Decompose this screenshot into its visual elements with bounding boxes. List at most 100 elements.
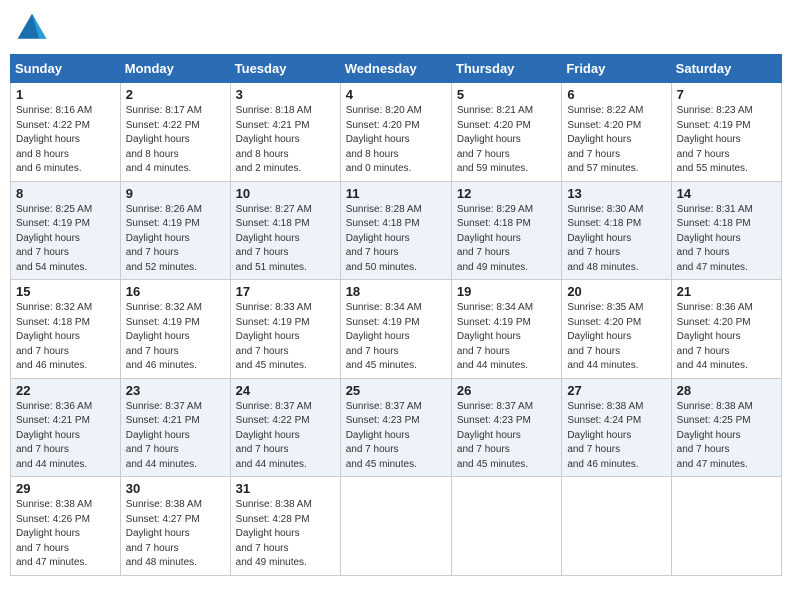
- day-number: 24: [236, 383, 335, 398]
- col-header-sunday: Sunday: [11, 55, 121, 83]
- col-header-friday: Friday: [562, 55, 671, 83]
- calendar-cell: 14 Sunrise: 8:31 AMSunset: 4:18 PMDaylig…: [671, 181, 781, 280]
- calendar-cell: 5 Sunrise: 8:21 AMSunset: 4:20 PMDayligh…: [451, 83, 561, 182]
- col-header-wednesday: Wednesday: [340, 55, 451, 83]
- calendar-cell: 25 Sunrise: 8:37 AMSunset: 4:23 PMDaylig…: [340, 378, 451, 477]
- calendar-cell: [451, 477, 561, 576]
- calendar-cell: 15 Sunrise: 8:32 AMSunset: 4:18 PMDaylig…: [11, 280, 121, 379]
- calendar-cell: [562, 477, 671, 576]
- day-number: 31: [236, 481, 335, 496]
- calendar-cell: 7 Sunrise: 8:23 AMSunset: 4:19 PMDayligh…: [671, 83, 781, 182]
- day-number: 5: [457, 87, 556, 102]
- day-detail: Sunrise: 8:37 AMSunset: 4:23 PMDaylight …: [457, 400, 556, 473]
- day-number: 29: [16, 481, 115, 496]
- day-number: 25: [346, 383, 446, 398]
- day-number: 27: [567, 383, 665, 398]
- calendar-cell: 9 Sunrise: 8:26 AMSunset: 4:19 PMDayligh…: [120, 181, 230, 280]
- calendar-cell: 1 Sunrise: 8:16 AMSunset: 4:22 PMDayligh…: [11, 83, 121, 182]
- day-number: 9: [126, 186, 225, 201]
- page-header: [10, 10, 782, 46]
- day-number: 13: [567, 186, 665, 201]
- day-number: 2: [126, 87, 225, 102]
- day-detail: Sunrise: 8:33 AMSunset: 4:19 PMDaylight …: [236, 301, 335, 374]
- calendar-cell: 21 Sunrise: 8:36 AMSunset: 4:20 PMDaylig…: [671, 280, 781, 379]
- calendar-cell: 17 Sunrise: 8:33 AMSunset: 4:19 PMDaylig…: [230, 280, 340, 379]
- calendar-cell: 31 Sunrise: 8:38 AMSunset: 4:28 PMDaylig…: [230, 477, 340, 576]
- day-detail: Sunrise: 8:16 AMSunset: 4:22 PMDaylight …: [16, 104, 115, 177]
- day-number: 17: [236, 284, 335, 299]
- day-detail: Sunrise: 8:32 AMSunset: 4:19 PMDaylight …: [126, 301, 225, 374]
- day-detail: Sunrise: 8:25 AMSunset: 4:19 PMDaylight …: [16, 203, 115, 276]
- logo-icon: [14, 10, 50, 46]
- week-row-1: 1 Sunrise: 8:16 AMSunset: 4:22 PMDayligh…: [11, 83, 782, 182]
- calendar-cell: 23 Sunrise: 8:37 AMSunset: 4:21 PMDaylig…: [120, 378, 230, 477]
- day-number: 16: [126, 284, 225, 299]
- calendar-cell: 30 Sunrise: 8:38 AMSunset: 4:27 PMDaylig…: [120, 477, 230, 576]
- day-detail: Sunrise: 8:28 AMSunset: 4:18 PMDaylight …: [346, 203, 446, 276]
- calendar-cell: 29 Sunrise: 8:38 AMSunset: 4:26 PMDaylig…: [11, 477, 121, 576]
- day-detail: Sunrise: 8:37 AMSunset: 4:22 PMDaylight …: [236, 400, 335, 473]
- calendar-cell: 4 Sunrise: 8:20 AMSunset: 4:20 PMDayligh…: [340, 83, 451, 182]
- day-detail: Sunrise: 8:34 AMSunset: 4:19 PMDaylight …: [457, 301, 556, 374]
- week-row-3: 15 Sunrise: 8:32 AMSunset: 4:18 PMDaylig…: [11, 280, 782, 379]
- day-detail: Sunrise: 8:26 AMSunset: 4:19 PMDaylight …: [126, 203, 225, 276]
- day-number: 20: [567, 284, 665, 299]
- day-number: 4: [346, 87, 446, 102]
- day-number: 19: [457, 284, 556, 299]
- day-number: 23: [126, 383, 225, 398]
- day-detail: Sunrise: 8:36 AMSunset: 4:21 PMDaylight …: [16, 400, 115, 473]
- col-header-tuesday: Tuesday: [230, 55, 340, 83]
- calendar-cell: 16 Sunrise: 8:32 AMSunset: 4:19 PMDaylig…: [120, 280, 230, 379]
- day-detail: Sunrise: 8:37 AMSunset: 4:21 PMDaylight …: [126, 400, 225, 473]
- logo: [14, 10, 54, 46]
- day-number: 14: [677, 186, 776, 201]
- calendar-cell: 24 Sunrise: 8:37 AMSunset: 4:22 PMDaylig…: [230, 378, 340, 477]
- day-number: 6: [567, 87, 665, 102]
- day-detail: Sunrise: 8:21 AMSunset: 4:20 PMDaylight …: [457, 104, 556, 177]
- calendar-cell: 22 Sunrise: 8:36 AMSunset: 4:21 PMDaylig…: [11, 378, 121, 477]
- day-detail: Sunrise: 8:29 AMSunset: 4:18 PMDaylight …: [457, 203, 556, 276]
- day-number: 21: [677, 284, 776, 299]
- calendar-cell: 13 Sunrise: 8:30 AMSunset: 4:18 PMDaylig…: [562, 181, 671, 280]
- day-number: 8: [16, 186, 115, 201]
- day-detail: Sunrise: 8:27 AMSunset: 4:18 PMDaylight …: [236, 203, 335, 276]
- day-number: 22: [16, 383, 115, 398]
- calendar-cell: 26 Sunrise: 8:37 AMSunset: 4:23 PMDaylig…: [451, 378, 561, 477]
- day-detail: Sunrise: 8:20 AMSunset: 4:20 PMDaylight …: [346, 104, 446, 177]
- calendar-cell: 19 Sunrise: 8:34 AMSunset: 4:19 PMDaylig…: [451, 280, 561, 379]
- day-detail: Sunrise: 8:38 AMSunset: 4:24 PMDaylight …: [567, 400, 665, 473]
- day-detail: Sunrise: 8:32 AMSunset: 4:18 PMDaylight …: [16, 301, 115, 374]
- day-detail: Sunrise: 8:37 AMSunset: 4:23 PMDaylight …: [346, 400, 446, 473]
- week-row-5: 29 Sunrise: 8:38 AMSunset: 4:26 PMDaylig…: [11, 477, 782, 576]
- col-header-saturday: Saturday: [671, 55, 781, 83]
- day-number: 10: [236, 186, 335, 201]
- day-number: 28: [677, 383, 776, 398]
- calendar-cell: 27 Sunrise: 8:38 AMSunset: 4:24 PMDaylig…: [562, 378, 671, 477]
- day-detail: Sunrise: 8:38 AMSunset: 4:25 PMDaylight …: [677, 400, 776, 473]
- day-number: 11: [346, 186, 446, 201]
- day-number: 15: [16, 284, 115, 299]
- calendar-cell: [340, 477, 451, 576]
- calendar-header-row: SundayMondayTuesdayWednesdayThursdayFrid…: [11, 55, 782, 83]
- calendar-cell: 2 Sunrise: 8:17 AMSunset: 4:22 PMDayligh…: [120, 83, 230, 182]
- calendar-cell: 11 Sunrise: 8:28 AMSunset: 4:18 PMDaylig…: [340, 181, 451, 280]
- day-number: 3: [236, 87, 335, 102]
- calendar-cell: 6 Sunrise: 8:22 AMSunset: 4:20 PMDayligh…: [562, 83, 671, 182]
- day-detail: Sunrise: 8:18 AMSunset: 4:21 PMDaylight …: [236, 104, 335, 177]
- day-number: 12: [457, 186, 556, 201]
- calendar-cell: 12 Sunrise: 8:29 AMSunset: 4:18 PMDaylig…: [451, 181, 561, 280]
- day-detail: Sunrise: 8:35 AMSunset: 4:20 PMDaylight …: [567, 301, 665, 374]
- day-detail: Sunrise: 8:36 AMSunset: 4:20 PMDaylight …: [677, 301, 776, 374]
- calendar-cell: 18 Sunrise: 8:34 AMSunset: 4:19 PMDaylig…: [340, 280, 451, 379]
- col-header-monday: Monday: [120, 55, 230, 83]
- calendar-cell: 20 Sunrise: 8:35 AMSunset: 4:20 PMDaylig…: [562, 280, 671, 379]
- day-detail: Sunrise: 8:31 AMSunset: 4:18 PMDaylight …: [677, 203, 776, 276]
- day-number: 7: [677, 87, 776, 102]
- day-detail: Sunrise: 8:38 AMSunset: 4:27 PMDaylight …: [126, 498, 225, 571]
- day-detail: Sunrise: 8:38 AMSunset: 4:28 PMDaylight …: [236, 498, 335, 571]
- calendar-cell: [671, 477, 781, 576]
- day-detail: Sunrise: 8:22 AMSunset: 4:20 PMDaylight …: [567, 104, 665, 177]
- calendar-table: SundayMondayTuesdayWednesdayThursdayFrid…: [10, 54, 782, 576]
- calendar-cell: 8 Sunrise: 8:25 AMSunset: 4:19 PMDayligh…: [11, 181, 121, 280]
- week-row-4: 22 Sunrise: 8:36 AMSunset: 4:21 PMDaylig…: [11, 378, 782, 477]
